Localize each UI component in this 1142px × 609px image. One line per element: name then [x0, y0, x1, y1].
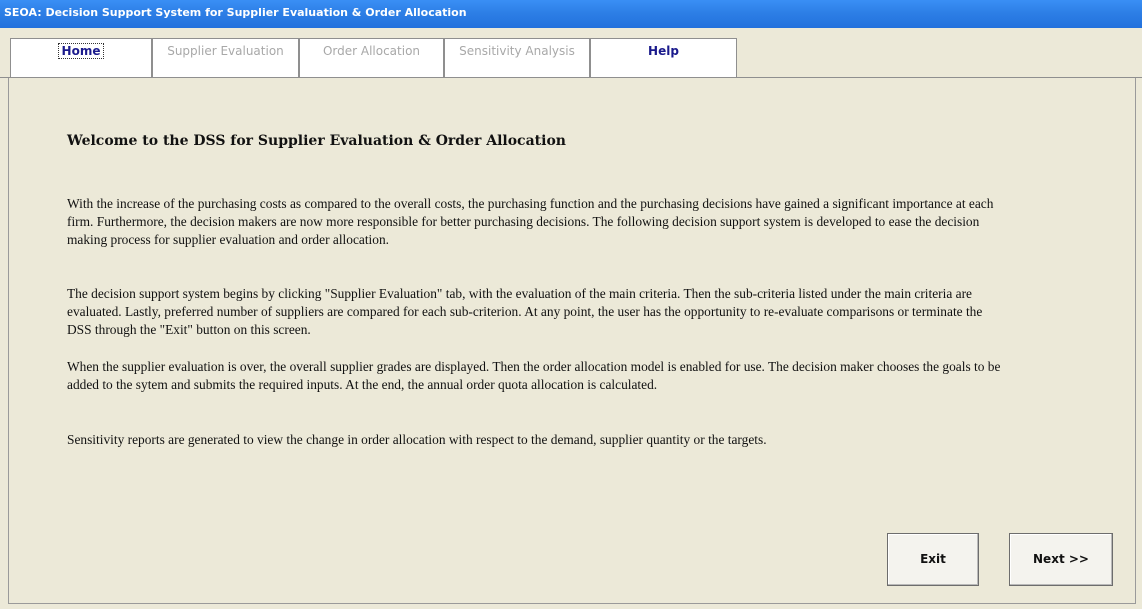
tab-supplier-evaluation-label: Supplier Evaluation [167, 44, 284, 58]
welcome-heading: Welcome to the DSS for Supplier Evaluati… [67, 133, 566, 149]
workflow-paragraph: The decision support system begins by cl… [67, 286, 983, 337]
sensitivity-paragraph: Sensitivity reports are generated to vie… [67, 432, 767, 447]
tab-order-allocation[interactable]: Order Allocation [299, 38, 444, 78]
allocation-paragraph: When the supplier evaluation is over, th… [67, 359, 1001, 392]
tab-strip: Home Supplier Evaluation Order Allocatio… [0, 28, 1142, 78]
tab-help[interactable]: Help [590, 38, 737, 78]
intro-paragraph: With the increase of the purchasing cost… [67, 196, 994, 247]
exit-button[interactable]: Exit [887, 533, 979, 586]
tab-supplier-evaluation[interactable]: Supplier Evaluation [152, 38, 299, 78]
tab-home[interactable]: Home [10, 38, 152, 78]
tab-sensitivity-analysis-label: Sensitivity Analysis [459, 44, 575, 58]
title-bar[interactable]: SEOA: Decision Support System for Suppli… [0, 0, 1142, 28]
tab-help-label: Help [648, 44, 679, 58]
tab-order-allocation-label: Order Allocation [322, 44, 421, 58]
window-title: SEOA: Decision Support System for Suppli… [4, 6, 467, 19]
next-button[interactable]: Next >> [1009, 533, 1113, 586]
tab-home-label: Home [57, 43, 105, 59]
home-panel: Welcome to the DSS for Supplier Evaluati… [8, 78, 1136, 604]
app-window: SEOA: Decision Support System for Suppli… [0, 0, 1142, 609]
tab-sensitivity-analysis[interactable]: Sensitivity Analysis [444, 38, 590, 78]
